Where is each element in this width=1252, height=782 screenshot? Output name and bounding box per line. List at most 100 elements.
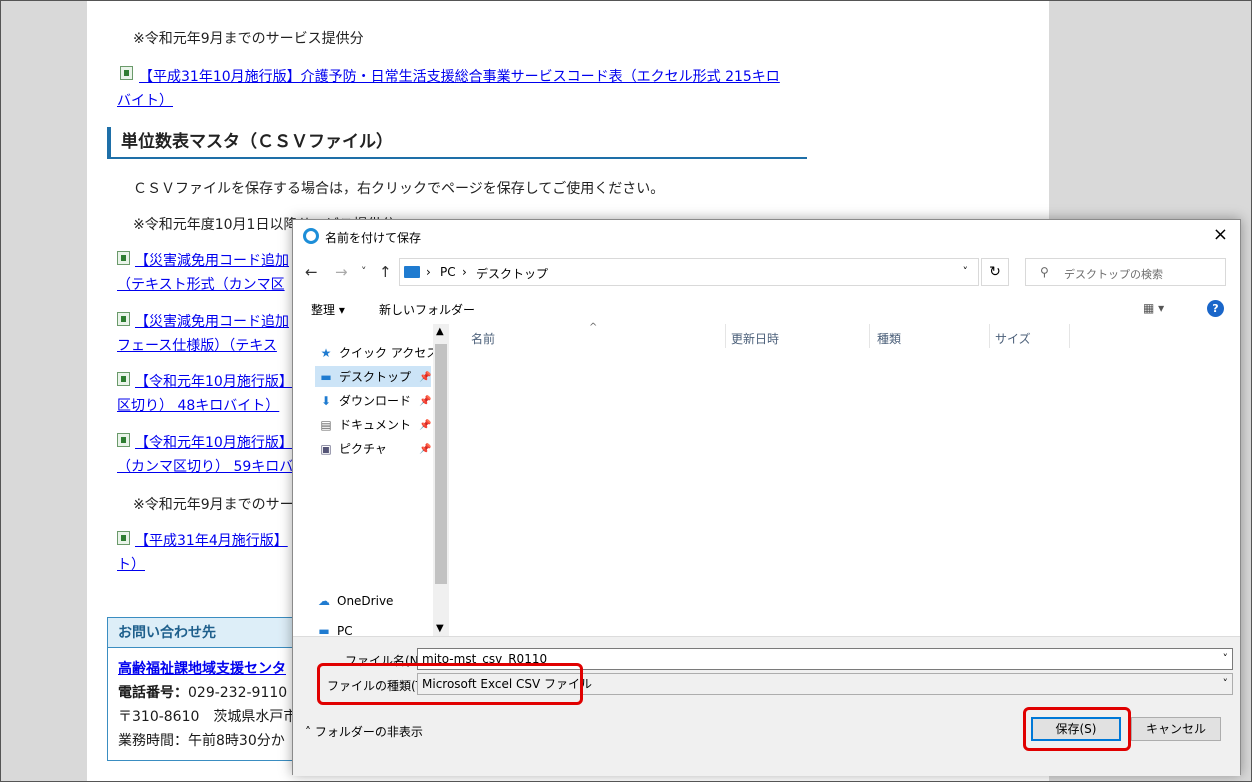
service-code-link-cont[interactable]: バイト） bbox=[117, 89, 173, 113]
service-note: ※令和元年9月までのサービス提供分 bbox=[133, 31, 364, 47]
pc-icon bbox=[404, 266, 420, 278]
back-arrow-icon[interactable]: ← bbox=[305, 263, 318, 281]
chevron-up-icon: ˄ bbox=[305, 725, 315, 739]
nav-label: デスクトップ bbox=[339, 370, 412, 384]
screen: ※令和元年9月までのサービス提供分 【平成31年10月施行版】介護予防・日常生活… bbox=[0, 0, 1252, 782]
save-as-dialog: 名前を付けて保存 × ← → ˅ ↑ › PC › デスクトップ ˅ ↻ ⚲ デ… bbox=[292, 219, 1242, 776]
csv-link-2[interactable]: 【災害減免用コード追加 bbox=[135, 310, 289, 334]
pin-icon: 📌 bbox=[419, 372, 432, 383]
csv-link-3[interactable]: 【令和元年10月施行版】 bbox=[135, 370, 293, 394]
recent-locations-icon[interactable]: ˅ bbox=[361, 265, 367, 278]
nav-downloads[interactable]: ⬇ ダウンロード bbox=[319, 392, 411, 409]
organize-menu[interactable]: 整理 ▾ bbox=[311, 301, 345, 318]
cloud-icon: ☁ bbox=[318, 594, 330, 608]
view-options-icon[interactable]: ▦ ▾ bbox=[1143, 301, 1164, 315]
nav-label: ピクチャ bbox=[339, 442, 387, 456]
search-input[interactable]: ⚲ デスクトップの検索 bbox=[1025, 258, 1226, 286]
forward-arrow-icon[interactable]: → bbox=[335, 263, 348, 281]
nav-label: ドキュメント bbox=[339, 418, 412, 432]
csv-link-5-cont[interactable]: ト） bbox=[117, 553, 145, 577]
column-divider bbox=[869, 324, 870, 348]
contact-address: 〒310-8610 茨城県水戸市 bbox=[118, 709, 298, 725]
new-folder-button[interactable]: 新しいフォルダー bbox=[379, 301, 475, 318]
pin-icon: 📌 bbox=[419, 396, 432, 407]
csv-link-1-cont[interactable]: （テキスト形式（カンマ区 bbox=[117, 273, 285, 297]
breadcrumb-desktop[interactable]: デスクトップ bbox=[476, 265, 548, 282]
csv-note: ＣＳＶファイルを保存する場合は，右クリックでページを保存してご使用ください。 bbox=[133, 181, 665, 197]
csv-file-icon bbox=[117, 531, 130, 545]
section-title: 単位数表マスタ（ＣＳＶファイル） bbox=[107, 127, 807, 159]
search-icon: ⚲ bbox=[1040, 265, 1049, 279]
csv-link-4[interactable]: 【令和元年10月施行版】 bbox=[135, 431, 293, 455]
column-modified[interactable]: 更新日時 bbox=[731, 330, 779, 347]
nav-pictures[interactable]: ▣ ピクチャ bbox=[319, 440, 387, 457]
dialog-toolbar: 整理 ▾ 新しいフォルダー ▦ ▾ ? bbox=[293, 296, 1240, 322]
csv-file-icon bbox=[117, 312, 130, 326]
chevron-down-icon[interactable]: ˅ bbox=[1223, 674, 1229, 694]
column-divider bbox=[989, 324, 990, 348]
excel-file-icon bbox=[120, 66, 133, 80]
csv-link-2-cont[interactable]: フェース仕様版）（テキス bbox=[117, 334, 277, 358]
breadcrumb-sep: › bbox=[426, 265, 431, 279]
contact-phone: 電話番号：029-232-9110 bbox=[118, 682, 287, 702]
csv-file-icon bbox=[117, 433, 130, 447]
column-divider bbox=[1069, 324, 1070, 348]
column-type[interactable]: 種類 bbox=[877, 330, 901, 347]
column-size[interactable]: サイズ bbox=[995, 330, 1031, 347]
download-icon: ⬇ bbox=[320, 394, 332, 408]
breadcrumb-sep: › bbox=[462, 265, 467, 279]
address-bar[interactable]: › PC › デスクトップ ˅ bbox=[399, 258, 979, 286]
star-icon: ★ bbox=[320, 346, 332, 360]
contact-hours: 業務時間：午前8時30分か bbox=[118, 733, 285, 749]
nav-desktop[interactable]: ▬ デスクトップ bbox=[315, 366, 432, 387]
cancel-button[interactable]: キャンセル bbox=[1131, 717, 1221, 741]
scroll-up-icon[interactable]: ▲ bbox=[436, 326, 444, 337]
csv-link-4-cont[interactable]: （カンマ区切り） 59キロバ bbox=[117, 455, 293, 479]
help-icon[interactable]: ? bbox=[1207, 300, 1224, 317]
nav-label: ダウンロード bbox=[339, 394, 412, 408]
nav-onedrive[interactable]: ☁ OneDrive bbox=[317, 594, 393, 608]
nav-label: クイック アクセス bbox=[339, 346, 439, 360]
service-note-3: ※令和元年9月までのサー bbox=[133, 497, 294, 513]
chevron-down-icon[interactable]: ˅ bbox=[1223, 649, 1229, 669]
phone-number: 029-232-9110 bbox=[188, 685, 288, 701]
highlight-save bbox=[1023, 707, 1131, 751]
column-name[interactable]: 名前 bbox=[471, 330, 495, 347]
service-code-link[interactable]: 【平成31年10月施行版】介護予防・日常生活支援総合事業サービスコード表（エクセ… bbox=[139, 65, 780, 89]
navigation-pane: ★ クイック アクセス ▬ デスクトップ 📌 ⬇ ダウンロード 📌 ▤ ドキュメント 📌… bbox=[293, 324, 449, 638]
desktop-icon: ▬ bbox=[320, 370, 332, 384]
nav-label: OneDrive bbox=[337, 594, 394, 608]
picture-icon: ▣ bbox=[320, 442, 332, 456]
close-icon[interactable]: × bbox=[1213, 225, 1228, 245]
scroll-down-icon[interactable]: ▼ bbox=[436, 623, 444, 634]
pin-icon: 📌 bbox=[419, 420, 432, 431]
pin-icon: 📌 bbox=[419, 444, 432, 455]
nav-scrollbar[interactable]: ▲ ▼ bbox=[433, 324, 449, 636]
csv-file-icon bbox=[117, 372, 130, 386]
address-row: ← → ˅ ↑ › PC › デスクトップ ˅ ↻ ⚲ デスクトップの検索 bbox=[293, 256, 1240, 288]
highlight-filetype bbox=[317, 663, 583, 705]
refresh-icon[interactable]: ↻ bbox=[981, 258, 1009, 286]
sort-caret-icon: ^ bbox=[589, 322, 598, 333]
csv-link-1[interactable]: 【災害減免用コード追加 bbox=[135, 249, 289, 273]
scroll-thumb[interactable] bbox=[435, 344, 447, 584]
breadcrumb-pc[interactable]: PC bbox=[440, 265, 456, 279]
csv-file-icon bbox=[117, 251, 130, 265]
file-list: ^ 名前 更新日時 種類 サイズ bbox=[453, 322, 1242, 636]
search-placeholder: デスクトップの検索 bbox=[1064, 268, 1163, 281]
dialog-titlebar: 名前を付けて保存 × bbox=[293, 220, 1240, 252]
hide-folders-toggle[interactable]: ˄ フォルダーの非表示 bbox=[305, 723, 423, 740]
column-divider bbox=[725, 324, 726, 348]
phone-label: 電話番号： bbox=[118, 685, 188, 701]
ie-icon bbox=[303, 228, 319, 244]
hide-folders-label: フォルダーの非表示 bbox=[314, 725, 423, 739]
dialog-title: 名前を付けて保存 bbox=[325, 231, 422, 245]
chevron-down-icon[interactable]: ˅ bbox=[963, 265, 969, 278]
save-options-pane: ファイル名(N): mito-mst_csv_R0110 ˅ ファイルの種類(T… bbox=[293, 636, 1240, 776]
nav-quick-access[interactable]: ★ クイック アクセス bbox=[319, 344, 439, 361]
csv-link-3-cont[interactable]: 区切り） 48キロバイト） bbox=[117, 394, 279, 418]
up-arrow-icon[interactable]: ↑ bbox=[379, 263, 392, 281]
nav-documents[interactable]: ▤ ドキュメント bbox=[319, 416, 411, 433]
contact-dept-link[interactable]: 高齢福祉課地域支援センタ bbox=[118, 658, 286, 678]
csv-link-5[interactable]: 【平成31年4月施行版】 bbox=[135, 529, 288, 553]
